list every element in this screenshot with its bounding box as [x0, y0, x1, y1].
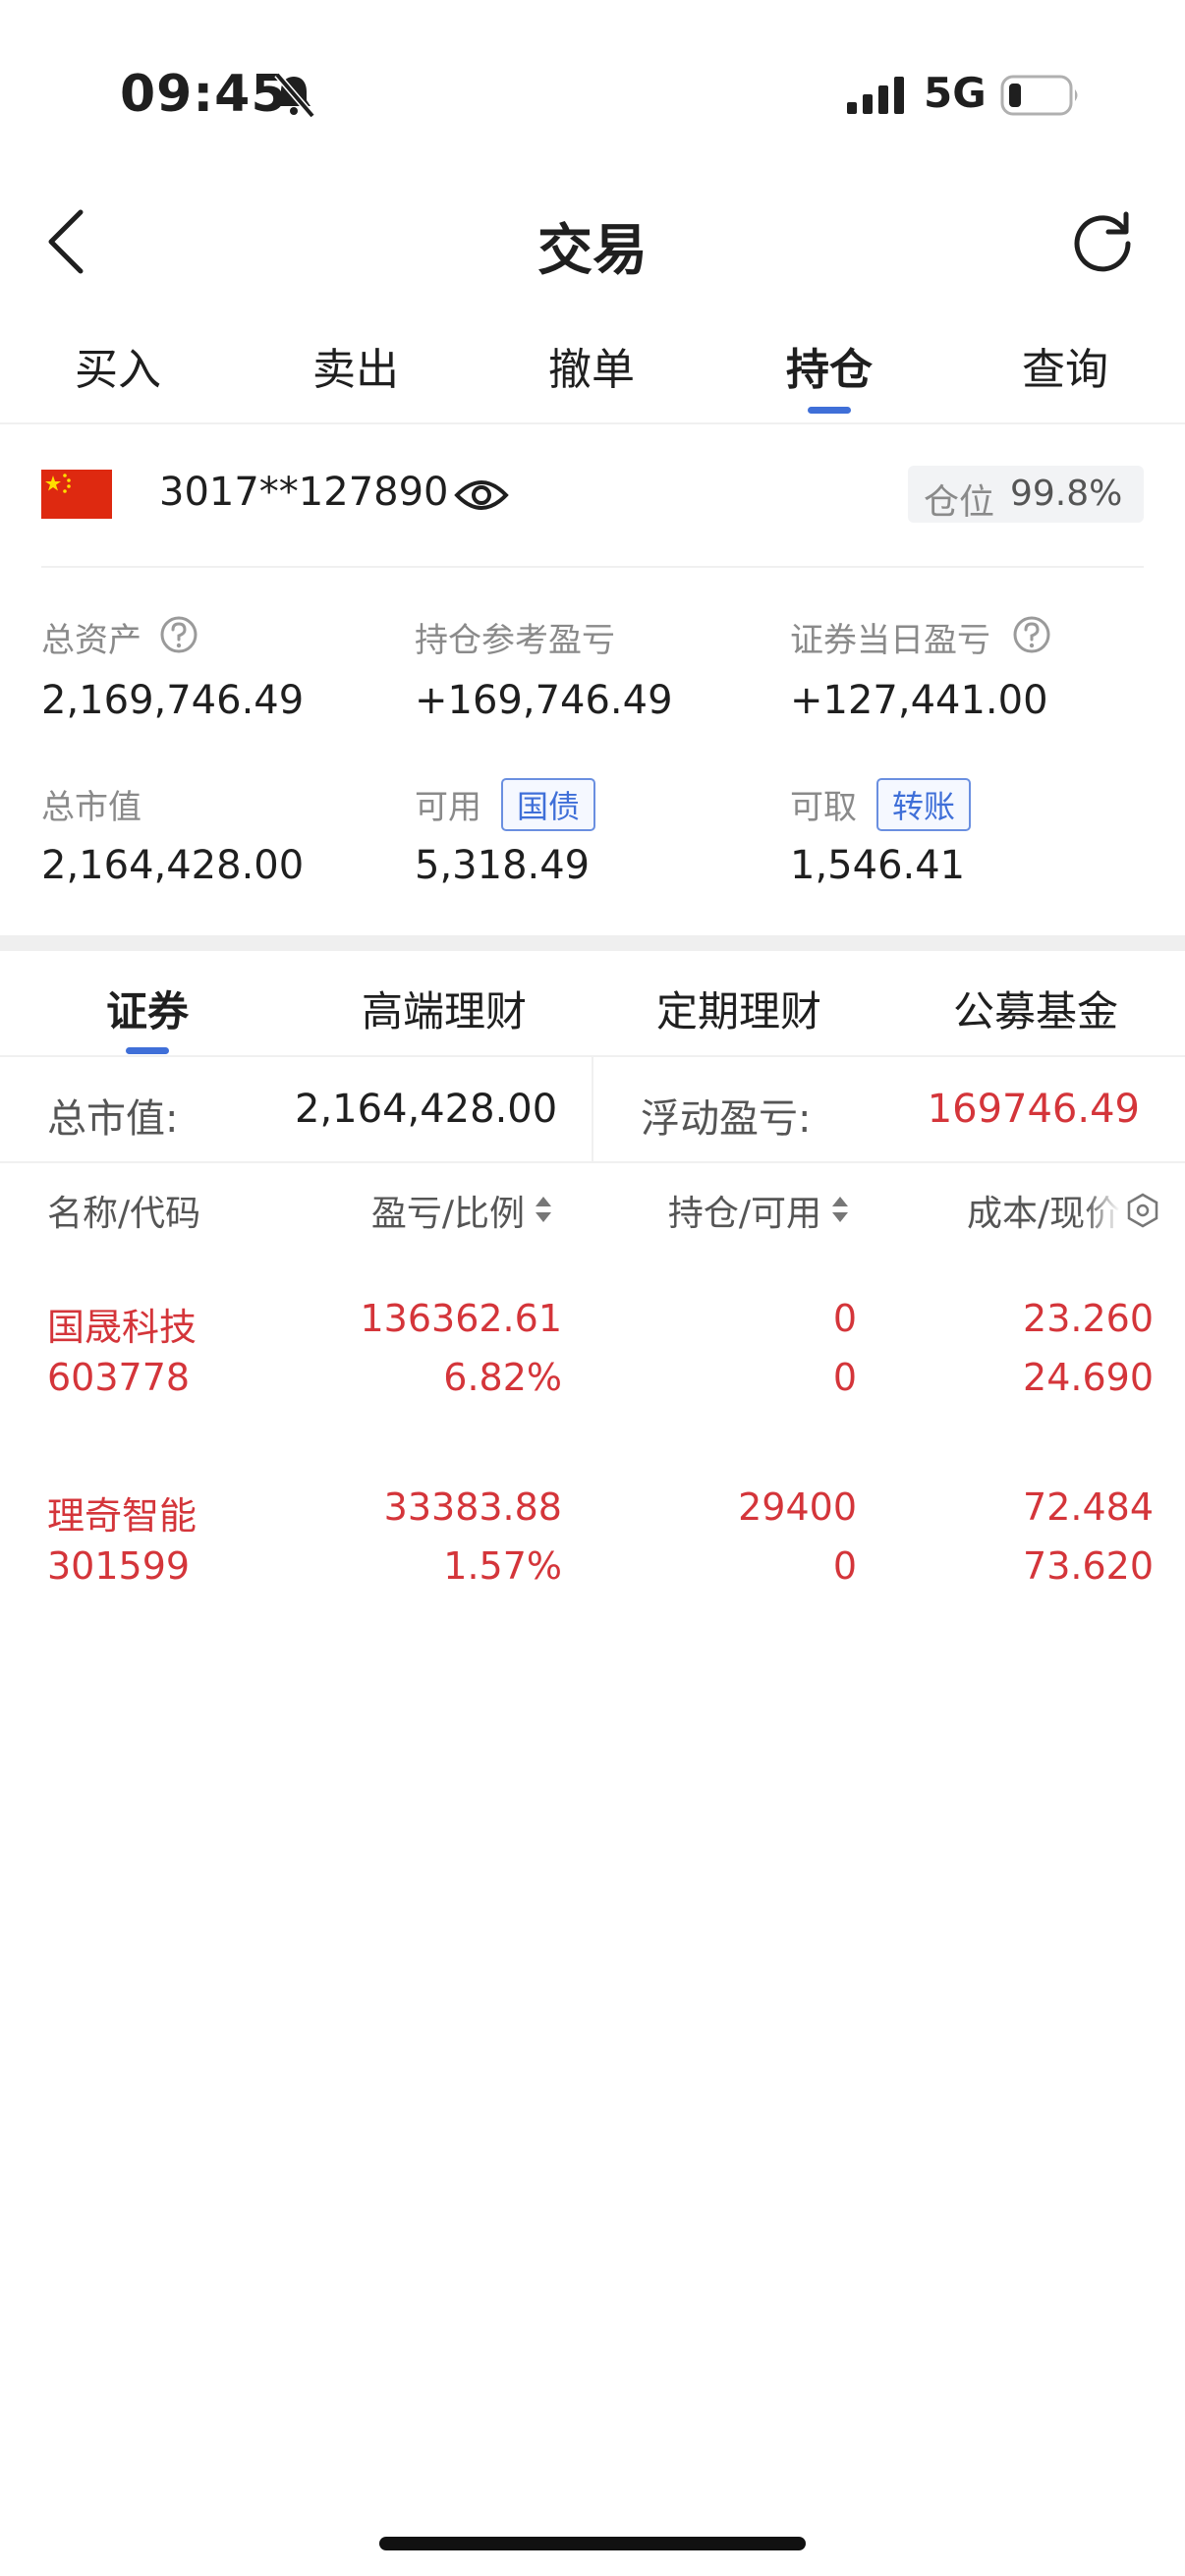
- settings-icon[interactable]: [1126, 1193, 1159, 1228]
- floating-pnl-value: 169746.49: [927, 1087, 1140, 1132]
- totals-market-value-label: 总市值:: [47, 1096, 179, 1142]
- stock-cost: 72.484: [1023, 1485, 1154, 1529]
- totals-market-value: 2,164,428.00: [295, 1087, 558, 1132]
- divider: [0, 422, 1185, 424]
- divider: [41, 566, 1144, 568]
- stock-pnl: 33383.88: [383, 1485, 562, 1529]
- divider: [592, 1057, 593, 1161]
- help-icon[interactable]: [159, 615, 198, 654]
- daily-pnl-value: +127,441.00: [790, 678, 1048, 723]
- tab-query[interactable]: 查询: [977, 334, 1154, 397]
- page-title: 交易: [537, 219, 648, 283]
- network-type: 5G: [924, 69, 987, 117]
- stock-code: 603778: [47, 1356, 191, 1399]
- stock-pnl: 136362.61: [360, 1297, 563, 1340]
- col-header-position-available[interactable]: 持仓/可用: [590, 1185, 821, 1236]
- tab-fixed-term-wealth[interactable]: 定期理财: [592, 979, 886, 1038]
- col-header-pnl-ratio[interactable]: 盈亏/比例: [295, 1185, 525, 1236]
- col-header-name-code: 名称/代码: [47, 1194, 201, 1234]
- stock-code: 301599: [47, 1544, 191, 1588]
- stock-available: 0: [832, 1544, 857, 1588]
- position-ratio-value: 99.8%: [1010, 474, 1123, 514]
- daily-pnl-label: 证券当日盈亏: [790, 621, 990, 660]
- total-assets-label: 总资产: [41, 621, 141, 660]
- market-value-label: 总市值: [41, 788, 141, 827]
- stock-pnl-ratio: 1.57%: [443, 1544, 562, 1588]
- stock-price: 73.620: [1023, 1544, 1154, 1588]
- battery-icon: [1000, 75, 1078, 116]
- sort-icon[interactable]: [535, 1195, 552, 1224]
- active-tab-indicator: [126, 1047, 169, 1054]
- position-ratio-label: 仓位: [924, 482, 995, 523]
- available-value: 5,318.49: [415, 843, 591, 888]
- help-icon[interactable]: [1012, 615, 1051, 654]
- section-separator: [0, 935, 1185, 951]
- home-indicator[interactable]: [379, 2537, 806, 2550]
- stock-pnl-ratio: 6.82%: [443, 1356, 562, 1399]
- position-pnl-label: 持仓参考盈亏: [415, 621, 615, 660]
- stock-name: 理奇智能: [47, 1494, 198, 1538]
- stock-cost: 23.260: [1023, 1297, 1154, 1340]
- sort-icon[interactable]: [831, 1195, 849, 1224]
- header-fade: [1085, 1175, 1120, 1234]
- available-label: 可用: [415, 788, 481, 827]
- stock-name: 国晟科技: [47, 1306, 198, 1349]
- china-flag-icon: [41, 470, 112, 519]
- stock-position: 0: [832, 1297, 857, 1340]
- withdrawable-value: 1,546.41: [790, 843, 966, 888]
- muted-bell-icon: [274, 72, 315, 118]
- stock-position: 29400: [738, 1485, 857, 1529]
- tab-mutual-funds[interactable]: 公募基金: [888, 979, 1183, 1038]
- tab-positions[interactable]: 持仓: [741, 334, 918, 397]
- tab-sell[interactable]: 卖出: [267, 334, 444, 397]
- market-value: 2,164,428.00: [41, 843, 305, 888]
- tab-buy[interactable]: 买入: [29, 334, 206, 397]
- divider: [0, 1161, 1185, 1163]
- total-assets-value: 2,169,746.49: [41, 678, 305, 723]
- position-pnl-value: +169,746.49: [415, 678, 673, 723]
- transfer-button[interactable]: 转账: [876, 778, 972, 831]
- withdrawable-label: 可取: [790, 788, 857, 827]
- floating-pnl-label: 浮动盈亏:: [641, 1096, 812, 1142]
- treasury-bond-button[interactable]: 国债: [501, 778, 596, 831]
- eye-icon[interactable]: [454, 476, 509, 515]
- stock-available: 0: [832, 1356, 857, 1399]
- stock-price: 24.690: [1023, 1356, 1154, 1399]
- active-tab-indicator: [808, 407, 851, 414]
- tab-premium-wealth[interactable]: 高端理财: [297, 979, 592, 1038]
- signal-icon: [847, 77, 904, 114]
- tab-cancel-order[interactable]: 撤单: [503, 334, 680, 397]
- status-time: 09:45: [120, 65, 288, 124]
- tab-securities[interactable]: 证券: [0, 979, 295, 1038]
- refresh-icon[interactable]: [1069, 208, 1136, 275]
- account-number: 3017**127890: [159, 470, 449, 515]
